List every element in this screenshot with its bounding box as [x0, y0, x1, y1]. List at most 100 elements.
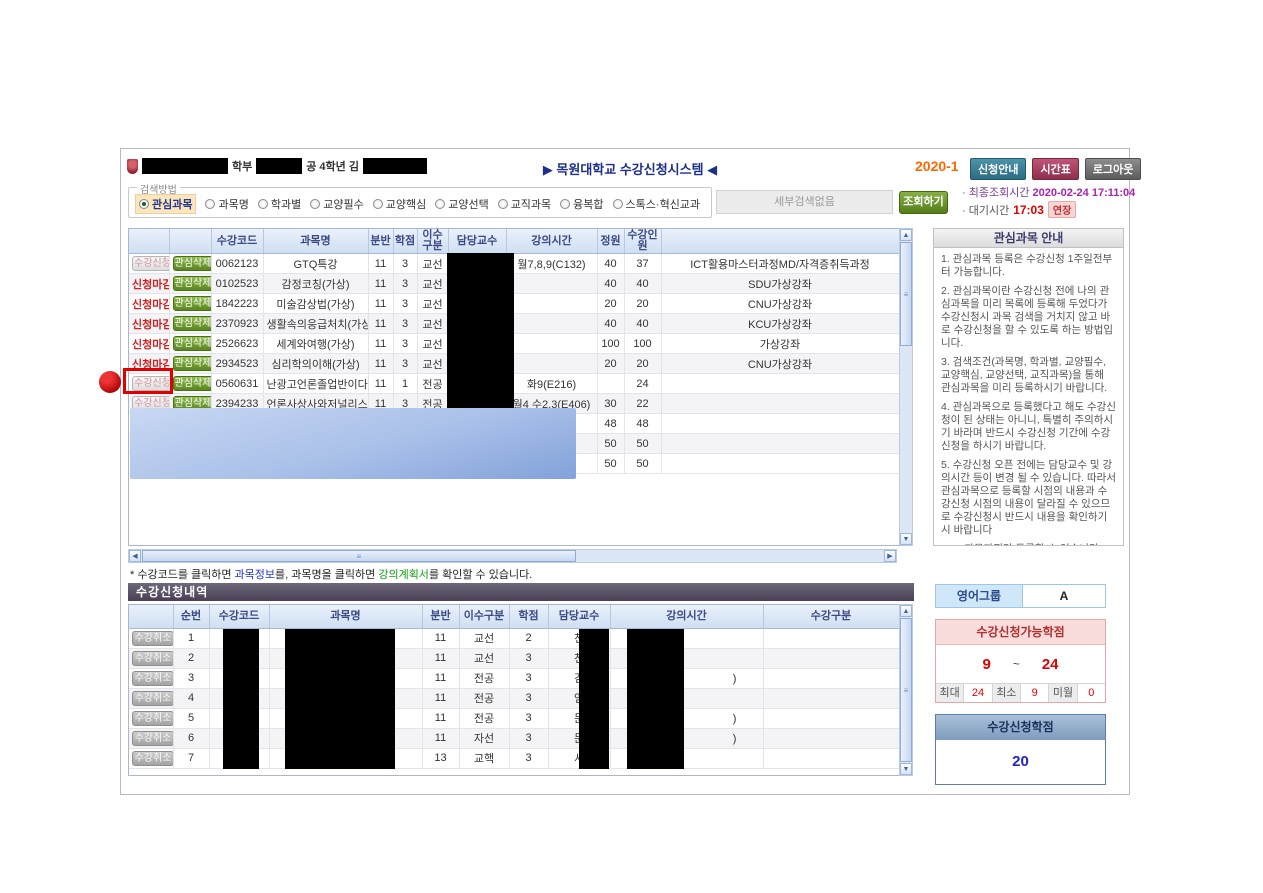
col-code: 수강코드 [209, 605, 269, 628]
favorites-notice-panel: 관심과목 안내 1. 관심과목 등록은 수강신청 1주일전부터 가능합니다. 2… [933, 228, 1124, 546]
course-name[interactable]: GTQ특강 [263, 254, 368, 274]
scroll-thumb[interactable]: ≡ [900, 242, 912, 346]
wait-time-line: · 대기시간 17:03 연장 [962, 201, 1076, 218]
course-info-link[interactable]: 과목정보 [235, 569, 275, 581]
syllabus-link[interactable]: 강의계획서 [378, 569, 429, 581]
hint-line: * 수강코드를 클릭하면 과목정보를, 과목명을 클릭하면 강의계획서를 확인할… [130, 566, 532, 582]
credit-limit-detail-row: 최대 24 최소 9 미월 0 [936, 683, 1105, 702]
favorite-row: 신청마감 관심삭제 2526623 세계와여행(가상) 11 3 교선 100 … [129, 334, 899, 354]
remove-favorite-button[interactable]: 관심삭제 [173, 336, 212, 351]
scroll-thumb[interactable]: ≡ [142, 550, 576, 562]
radio-selected-icon [139, 199, 149, 209]
remove-favorite-button[interactable]: 관심삭제 [173, 296, 212, 311]
scroll-thumb[interactable]: ≡ [900, 618, 912, 762]
query-button[interactable]: 조회하기 [899, 191, 948, 214]
course-name[interactable]: 세계와여행(가상) [263, 334, 368, 354]
cancel-button[interactable]: 수강취소 [132, 751, 173, 766]
applied-credits-box: 수강신청학점 20 [935, 714, 1106, 785]
notice-item: 1. 관심과목 등록은 수강신청 1주일전부터 가능합니다. [941, 253, 1116, 279]
credit-limit-range: 9 ~ 24 [936, 645, 1105, 683]
guide-button[interactable]: 신청안내 [970, 158, 1026, 180]
radio-favorites[interactable]: 관심과목 [135, 194, 196, 214]
enrolled-table-wrap: 순번 수강코드 과목명 분반 이수구분 학점 담당교수 강의시간 수강구분 수강… [128, 604, 900, 776]
remove-favorite-button[interactable]: 관심삭제 [173, 276, 212, 291]
radio-liberal-required[interactable]: 교양필수 [310, 196, 363, 212]
cancel-button[interactable]: 수강취소 [132, 711, 173, 726]
remove-favorite-button[interactable]: 관심삭제 [173, 256, 212, 271]
course-code[interactable]: 2370923 [211, 314, 263, 334]
radio-department[interactable]: 학과별 [258, 196, 301, 212]
scroll-up-icon[interactable]: ▲ [900, 229, 912, 241]
favorites-header-row: 수강코드 과목명 분반 학점 이수구분 담당교수 강의시간 정원 수강인원 [129, 229, 899, 254]
professor-redaction-box [447, 253, 514, 413]
radio-stokes[interactable]: 스톡스·혁신교과 [613, 196, 701, 212]
col-bunban: 분반 [368, 229, 393, 254]
user-segment2: 공 4학년 김 [306, 158, 359, 174]
favorites-scrollbar[interactable]: ▲ ≡ ▼ [899, 228, 913, 546]
enrolled-section-title: 수강신청내역 [128, 583, 914, 601]
course-code[interactable]: 1842223 [211, 294, 263, 314]
cancel-button[interactable]: 수강취소 [132, 631, 173, 646]
university-logo-icon [127, 159, 138, 174]
blue-redaction-overlay [130, 408, 576, 479]
radio-course-name[interactable]: 과목명 [205, 196, 248, 212]
cancel-button[interactable]: 수강취소 [132, 731, 173, 746]
favorite-row: 신청마감 관심삭제 0102523 감정코칭(가상) 11 3 교선 40 40… [129, 274, 899, 294]
radio-icon [373, 199, 383, 209]
col-bunban: 분반 [422, 605, 459, 628]
scroll-left-icon[interactable]: ◀ [129, 550, 141, 562]
logout-button[interactable]: 로그아웃 [1085, 158, 1141, 180]
radio-liberal-core[interactable]: 교양핵심 [373, 196, 426, 212]
scroll-down-icon[interactable]: ▼ [900, 533, 912, 545]
cancel-button[interactable]: 수강취소 [132, 691, 173, 706]
radio-convergence[interactable]: 융복합 [560, 196, 603, 212]
scroll-down-icon[interactable]: ▼ [900, 763, 912, 775]
favorite-row-highlighted: 수강신청 관심삭제 0560631 난광고언론졸업반이다 11 1 전공 화9(… [129, 374, 899, 394]
radio-icon [560, 199, 570, 209]
course-code[interactable]: 2526623 [211, 334, 263, 354]
max-label: 최대 [936, 684, 964, 702]
course-code[interactable]: 2934523 [211, 354, 263, 374]
col-type: 이수구분 [459, 605, 509, 628]
radio-teaching[interactable]: 교직과목 [498, 196, 551, 212]
last-refresh-line: · 최종조회시간 2020-02-24 17:11:04 [962, 184, 1135, 200]
search-method-fieldset: 검색방법 관심과목 과목명 학과별 교양필수 교양핵심 교양선택 교직과목 융복… [128, 187, 712, 218]
course-name[interactable]: 생활속의응급처치(가상) [263, 314, 368, 334]
timetable-button[interactable]: 시간표 [1032, 158, 1078, 180]
annotation-red-circle [99, 371, 121, 393]
course-name[interactable]: 난광고언론졸업반이다 [263, 374, 368, 394]
remove-favorite-button[interactable]: 관심삭제 [173, 376, 212, 391]
course-code[interactable]: 0102523 [211, 274, 263, 294]
applied-credits-title: 수강신청학점 [936, 715, 1105, 740]
notice-item: 5. 수강신청 오픈 전에는 담당교수 및 강의시간 등이 변경 될 수 있습니… [941, 459, 1116, 537]
col-prof: 담당교수 [548, 605, 610, 628]
credit-max: 24 [1042, 656, 1059, 673]
extend-button[interactable]: 연장 [1048, 201, 1076, 218]
search-method-radios: 관심과목 과목명 학과별 교양필수 교양핵심 교양선택 교직과목 융복합 스톡스… [135, 194, 700, 214]
horizontal-scrollbar[interactable]: ◀ ≡ ▶ [128, 549, 897, 563]
cancel-button[interactable]: 수강취소 [132, 671, 173, 686]
credit-min: 9 [982, 656, 990, 673]
page-title: ▶ 목원대학교 수강신청시스템 ◀ [455, 159, 805, 178]
scroll-right-icon[interactable]: ▶ [884, 550, 896, 562]
course-name[interactable]: 심리학의이해(가상) [263, 354, 368, 374]
course-code[interactable]: 0062123 [211, 254, 263, 274]
enrolled-scrollbar[interactable]: ▲ ≡ ▼ [899, 604, 913, 776]
radio-liberal-elective[interactable]: 교양선택 [435, 196, 488, 212]
annotation-red-rectangle [123, 368, 173, 394]
col-credit: 학점 [509, 605, 548, 628]
redacted-major [256, 158, 302, 174]
course-name[interactable]: 미술감상법(가상) [263, 294, 368, 314]
max-value: 24 [964, 684, 992, 702]
favorite-row: 수강신청 관심삭제 0062123 GTQ특강 11 3 교선 월7,8,9(C… [129, 254, 899, 274]
scroll-up-icon[interactable]: ▲ [900, 605, 912, 617]
course-name[interactable]: 감정코칭(가상) [263, 274, 368, 294]
remove-favorite-button[interactable]: 관심삭제 [173, 316, 212, 331]
course-code[interactable]: 0560631 [211, 374, 263, 394]
notice-title: 관심과목 안내 [933, 228, 1124, 248]
apply-button[interactable]: 수강신청 [132, 256, 169, 271]
detail-search-box[interactable]: 세부검색없음 [716, 190, 893, 214]
remove-favorite-button[interactable]: 관심삭제 [173, 356, 212, 371]
cancel-button[interactable]: 수강취소 [132, 651, 173, 666]
notice-item: 4. 관심과목으로 등록했다고 해도 수강신청이 된 상태는 아니니, 특별히 … [941, 401, 1116, 453]
